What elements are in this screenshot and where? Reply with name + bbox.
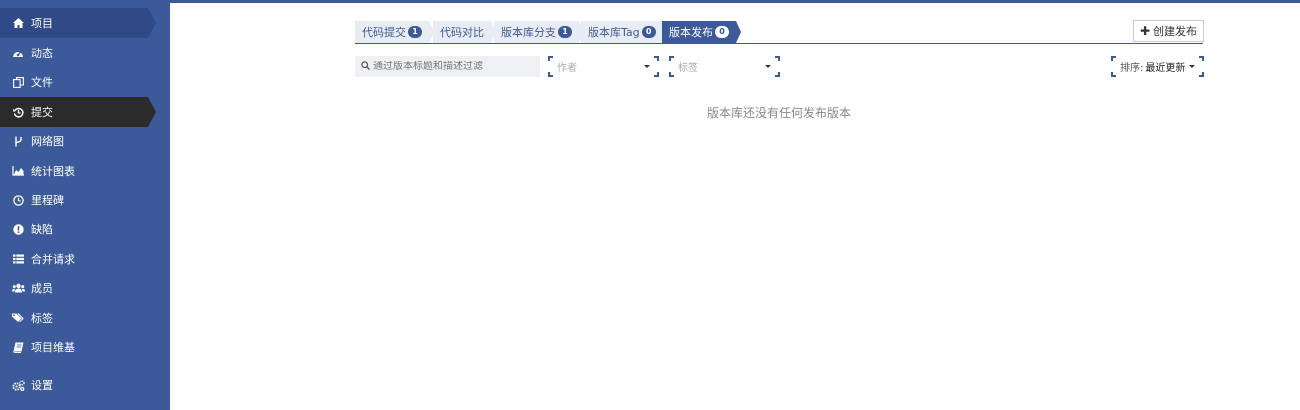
tab-compare[interactable]: 代码对比	[433, 21, 496, 43]
list-icon	[11, 252, 25, 266]
tab-releases[interactable]: 版本发布 0	[662, 21, 741, 43]
sidebar-item-commits[interactable]: 提交	[0, 97, 156, 127]
users-icon	[11, 281, 25, 295]
tab-label: 版本发布	[669, 26, 713, 39]
top-accent-bar	[0, 0, 1300, 3]
tab-commits[interactable]: 代码提交 1	[355, 21, 434, 43]
tab-label: 代码对比	[440, 26, 484, 39]
sidebar-item-label: 标签	[31, 312, 53, 325]
caret-down-icon	[1189, 65, 1195, 68]
caret-down-icon	[765, 65, 771, 68]
sidebar-item-members[interactable]: 成员	[0, 273, 148, 303]
sort-select[interactable]: 排序: 最近更新	[1111, 56, 1204, 77]
sidebar-item-wiki[interactable]: 项目维基	[0, 332, 148, 362]
dashboard-icon	[11, 46, 25, 60]
sidebar-item-settings[interactable]: 设置	[0, 370, 148, 400]
tab-label: 版本库分支	[501, 26, 556, 39]
sidebar-item-label: 设置	[31, 379, 53, 392]
sidebar-item-labels[interactable]: 标签	[0, 303, 148, 333]
sidebar-item-issues[interactable]: 缺陷	[0, 214, 148, 244]
sidebar-item-milestones[interactable]: 里程碑	[0, 185, 148, 215]
count-badge: 1	[408, 26, 422, 38]
search-input[interactable]	[373, 61, 533, 72]
sidebar-item-label: 合并请求	[31, 253, 75, 266]
book-icon	[11, 340, 25, 354]
release-search[interactable]	[355, 56, 540, 77]
sidebar-item-label: 提交	[31, 106, 53, 119]
plus-icon: ✚	[1139, 24, 1151, 38]
exclamation-icon	[11, 222, 25, 236]
sidebar-item-network[interactable]: 网络图	[0, 126, 148, 156]
sidebar-item-label: 动态	[31, 47, 53, 60]
tab-label: 版本库Tag	[588, 26, 640, 39]
sidebar-item-label: 统计图表	[31, 165, 75, 178]
create-release-button[interactable]: ✚ 创建发布	[1133, 20, 1204, 42]
tab-label: 代码提交	[362, 26, 406, 39]
tag-placeholder: 标签	[678, 63, 698, 74]
sidebar-item-stats[interactable]: 统计图表	[0, 156, 148, 186]
tab-tags[interactable]: 版本库Tag 0	[581, 21, 668, 43]
sidebar-item-label: 文件	[31, 76, 53, 89]
empty-state-message: 版本库还没有任何发布版本	[706, 106, 851, 120]
branch-icon	[11, 134, 25, 148]
create-release-label: 创建发布	[1153, 25, 1198, 38]
count-badge: 1	[558, 26, 572, 38]
author-select[interactable]: 作者	[548, 56, 659, 77]
sort-value: 最近更新	[1145, 63, 1186, 74]
sidebar-item-activity[interactable]: 动态	[0, 38, 148, 68]
home-icon	[11, 16, 25, 30]
caret-down-icon	[644, 65, 650, 68]
sidebar-item-label: 项目	[31, 17, 53, 30]
search-icon	[361, 60, 370, 73]
repository-tabs: 代码提交 1 代码对比 版本库分支 1 版本库Tag 0 版本发布 0	[355, 21, 1203, 44]
sidebar-item-merge-requests[interactable]: 合并请求	[0, 244, 148, 274]
cogs-icon	[11, 378, 25, 392]
files-icon	[11, 75, 25, 89]
sidebar-item-label: 成员	[31, 282, 53, 295]
sidebar-item-label: 里程碑	[31, 194, 64, 207]
sort-label: 排序:	[1120, 63, 1144, 74]
tags-icon	[11, 311, 25, 325]
sidebar-item-label: 缺陷	[31, 223, 53, 236]
sidebar-item-files[interactable]: 文件	[0, 67, 148, 97]
clock-icon	[11, 193, 25, 207]
count-badge: 0	[641, 26, 656, 38]
sidebar-item-label: 项目维基	[31, 341, 75, 354]
sidebar-item-project[interactable]: 项目	[0, 8, 156, 38]
count-badge: 0	[715, 26, 729, 38]
sidebar-item-label: 网络图	[31, 135, 64, 148]
author-placeholder: 作者	[557, 63, 577, 74]
sidebar: 项目 动态 文件 提交 网络图 统计图表 里程碑 缺陷 合并请求 成员 标签 项…	[0, 0, 170, 410]
tag-select[interactable]: 标签	[669, 56, 780, 77]
tab-branches[interactable]: 版本库分支 1	[494, 21, 584, 43]
area-chart-icon	[11, 164, 25, 178]
history-icon	[11, 105, 25, 119]
